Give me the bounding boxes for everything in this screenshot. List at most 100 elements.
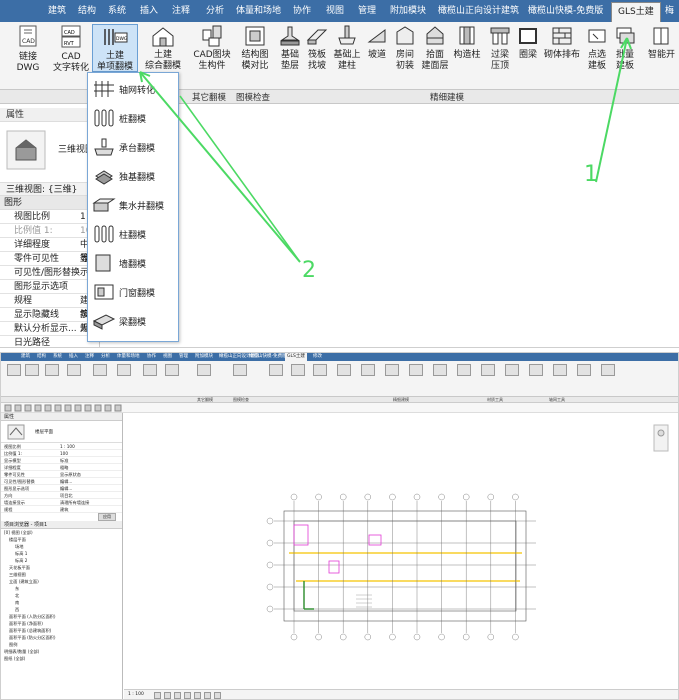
ribbon-small-button[interactable] [433, 364, 447, 376]
tab-addins[interactable]: 附加模块 [195, 353, 213, 361]
ring-beam-button[interactable]: 圈梁 [516, 24, 540, 61]
tab-gls-quickmodel[interactable]: 橄榄山快模-免费版 [249, 353, 287, 361]
grid-bubble[interactable] [364, 633, 372, 641]
section-graphics[interactable]: 图形 [0, 196, 99, 210]
grid-bubble[interactable] [266, 583, 274, 591]
browser-tree-item[interactable]: 面积平面 (净面积) [1, 620, 122, 627]
civil-single-convert-button[interactable]: DWG 土建 单项翻模 [92, 24, 138, 72]
tab-massing-site[interactable]: 体量和场地 [117, 353, 140, 361]
browser-tree-item[interactable]: 标高 2 [1, 557, 122, 564]
tab-annotate[interactable]: 注释 [172, 3, 190, 20]
civil-combined-convert-button[interactable]: 土建 综合翻模 [140, 24, 186, 72]
property-row[interactable]: 零件可见性 显示原状态 [1, 471, 122, 478]
tab-collaborate[interactable]: 协作 [147, 353, 156, 361]
ribbon-small-button[interactable] [45, 364, 59, 376]
tab-structure[interactable]: 结构 [78, 3, 96, 20]
property-row[interactable]: 显示模型 标准 [1, 457, 122, 464]
tab-architecture[interactable]: 建筑 [21, 353, 30, 361]
ribbon-small-button[interactable] [481, 364, 495, 376]
grid-bubble[interactable] [266, 561, 274, 569]
browser-tree-item[interactable]: 面积平面 (防火分区面积) [1, 634, 122, 641]
sun-path-icon[interactable] [174, 692, 181, 699]
tab-gls-quickmodel[interactable]: 橄榄山快模-免费版 [528, 3, 603, 20]
tab-modify[interactable]: 修改 [313, 353, 322, 361]
menu-item-isolated-footing[interactable]: 独基翻模 [92, 164, 155, 188]
grid-bubble[interactable] [463, 493, 470, 501]
grid-bubble[interactable] [389, 633, 396, 641]
room-finish-button[interactable]: 房间 初装 [392, 24, 418, 72]
ribbon-small-button[interactable] [457, 364, 471, 376]
pick-slab-button[interactable]: 点选 建板 [584, 24, 610, 72]
drawing-canvas[interactable] [124, 413, 678, 689]
apply-button[interactable]: 应用 [98, 513, 116, 521]
menu-item-pile-cap[interactable]: 承台翻模 [92, 135, 155, 159]
tab-structure[interactable]: 结构 [37, 353, 46, 361]
browser-tree-item[interactable]: 图例 [1, 641, 122, 648]
ribbon-small-button[interactable] [67, 364, 81, 376]
ribbon-small-button[interactable] [7, 364, 21, 376]
tab-gls-design[interactable]: 橄榄山正向设计建筑 [438, 3, 519, 20]
crop-view-icon[interactable] [194, 692, 201, 699]
grid-bubble[interactable] [266, 517, 274, 525]
tab-analyze[interactable]: 分析 [206, 3, 224, 20]
tab-massing-site[interactable]: 体量和场地 [236, 3, 281, 20]
tab-manage[interactable]: 管理 [358, 3, 376, 20]
browser-tree-item[interactable]: 东 [1, 585, 122, 592]
grid-bubble[interactable] [438, 493, 445, 501]
browser-tree-item[interactable]: 标高 1 [1, 550, 122, 557]
property-row[interactable]: 墙连接显示 清理所有墙连接 [1, 499, 122, 506]
ribbon-small-button[interactable] [553, 364, 567, 376]
ribbon-small-button[interactable] [577, 364, 591, 376]
tab-addins[interactable]: 附加模块 [390, 3, 426, 20]
grid-bubble[interactable] [487, 633, 494, 641]
ribbon-small-button[interactable] [143, 364, 157, 376]
cad-text-convert-button[interactable]: CAD RVT CAD 文字转化 [50, 24, 92, 74]
grid-bubble[interactable] [290, 493, 298, 501]
grid-bubble[interactable] [290, 633, 298, 641]
ribbon-small-button[interactable] [529, 364, 543, 376]
browser-tree-item[interactable]: 明细表/数量 (全部) [1, 648, 122, 655]
menu-item-sump-pit[interactable]: 集水井翻模 [92, 193, 164, 217]
ribbon-small-button[interactable] [313, 364, 327, 376]
ribbon-small-button[interactable] [165, 364, 179, 376]
menu-item-wall[interactable]: 墙翻模 [92, 251, 146, 275]
browser-tree-item[interactable]: 南 [1, 599, 122, 606]
ribbon-small-button[interactable] [269, 364, 283, 376]
lintel-coping-button[interactable]: 过梁 压顶 [486, 24, 514, 72]
tab-view[interactable]: 视图 [326, 3, 344, 20]
ribbon-small-button[interactable] [337, 364, 351, 376]
browser-tree-item[interactable]: 图纸 (全部) [1, 655, 122, 662]
tab-systems[interactable]: 系统 [108, 3, 126, 20]
tab-gls-civil[interactable]: GLS土建 [285, 353, 307, 361]
smart-open-button[interactable]: 智能开 [644, 24, 679, 61]
grid-bubble[interactable] [512, 493, 519, 501]
menu-item-axis-convert[interactable]: 轴网转化 [92, 77, 155, 101]
link-dwg-button[interactable]: CAD 链接DWG [8, 24, 48, 74]
tab-insert[interactable]: 插入 [140, 3, 158, 20]
tab-more[interactable]: 梅 [665, 3, 674, 20]
raft-slope-button[interactable]: 筏板 找坡 [304, 24, 330, 72]
browser-tree-item[interactable]: [0] 视图 (全部) [1, 529, 122, 536]
grid-bubble[interactable] [339, 493, 347, 501]
ribbon-small-button[interactable] [505, 364, 519, 376]
structure-compare-button[interactable]: 结构图 模对比 [236, 24, 274, 72]
tab-annotate[interactable]: 注释 [85, 353, 94, 361]
ribbon-small-button[interactable] [409, 364, 423, 376]
grid-bubble[interactable] [512, 633, 519, 641]
ribbon-small-button[interactable] [93, 364, 107, 376]
foundation-cushion-button[interactable]: 基础 垫层 [278, 24, 302, 72]
ribbon-small-button[interactable] [25, 364, 39, 376]
type-selector-small[interactable]: 楼层平面 [1, 421, 122, 443]
property-row[interactable]: 详细程度 粗略 [1, 464, 122, 471]
browser-tree-item[interactable]: 面积平面 (人防分区面积) [1, 613, 122, 620]
batch-slab-button[interactable]: 批量 建板 [612, 24, 638, 72]
browser-tree-item[interactable]: 楼层平面 [1, 536, 122, 543]
browser-tree-item[interactable]: 西 [1, 606, 122, 613]
tab-architecture[interactable]: 建筑 [48, 3, 66, 20]
grid-bubble[interactable] [487, 493, 494, 501]
tab-view[interactable]: 视图 [163, 353, 172, 361]
cad-block-to-component-button[interactable]: CAD图块 生构件 [190, 24, 234, 72]
grid-bubble[interactable] [438, 633, 445, 641]
property-row[interactable]: 图形显示选项 编辑... [1, 485, 122, 492]
shadows-icon[interactable] [184, 692, 191, 699]
